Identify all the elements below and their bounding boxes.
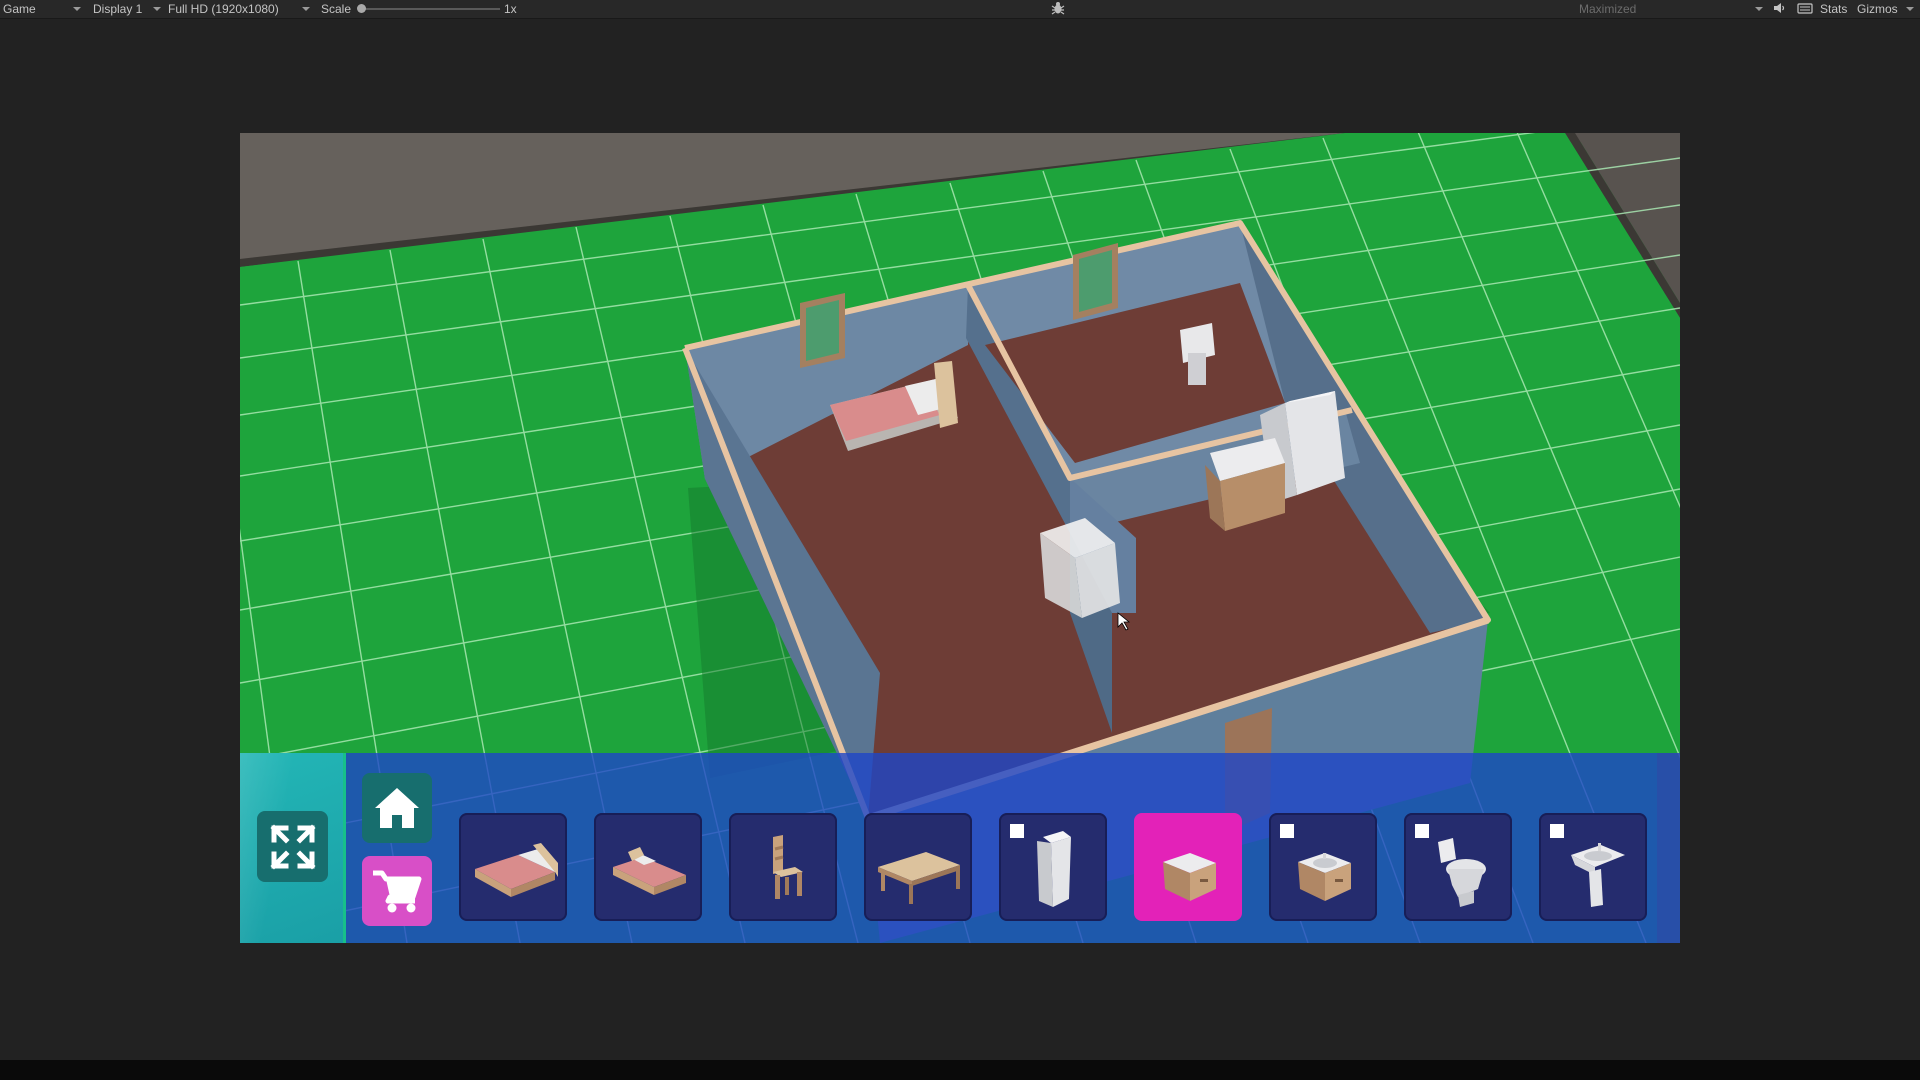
editor-bottom-bar	[0, 1060, 1920, 1080]
gizmos-dropdown[interactable]: Gizmos	[1857, 2, 1898, 16]
chevron-down-icon	[73, 7, 81, 11]
item-slot-sink-cabinet[interactable]	[1269, 813, 1377, 921]
shop-button[interactable]	[362, 856, 432, 926]
window	[1073, 243, 1118, 320]
scale-label: Scale	[321, 2, 352, 16]
house-icon	[375, 788, 419, 828]
cabinet-icon	[1163, 853, 1216, 901]
item-slot-chair[interactable]	[729, 813, 837, 921]
double-bed-icon	[475, 843, 558, 897]
chevron-down-icon	[1906, 7, 1914, 11]
keyboard-icon[interactable]	[1797, 1, 1813, 15]
display-dropdown[interactable]: Display 1	[93, 2, 142, 16]
scale-value: 1x	[504, 2, 517, 16]
chevron-down-icon	[153, 7, 161, 11]
window	[800, 293, 845, 368]
mute-audio-icon[interactable]	[1772, 1, 1786, 15]
item-slot-toilet[interactable]	[1404, 813, 1512, 921]
maximized-toggle[interactable]: Maximized	[1579, 2, 1636, 16]
item-slot-fridge[interactable]	[999, 813, 1107, 921]
item-slot-table[interactable]	[864, 813, 972, 921]
locked-indicator	[1415, 824, 1429, 838]
table-icon	[878, 852, 960, 904]
game-viewport[interactable]	[240, 133, 1680, 943]
item-slot-double-bed[interactable]	[459, 813, 567, 921]
single-bed-icon	[613, 847, 686, 895]
chair-icon	[773, 835, 803, 899]
scale-slider-track[interactable]	[360, 8, 500, 10]
item-slot-pedestal-sink[interactable]	[1539, 813, 1647, 921]
game-view-toolbar: Game Display 1 Full HD (1920x1080) Scale…	[0, 0, 1920, 19]
home-button[interactable]	[362, 773, 432, 843]
item-slot-cabinet[interactable]	[1134, 813, 1242, 921]
stats-button[interactable]: Stats	[1820, 2, 1847, 16]
item-slot-single-bed[interactable]	[594, 813, 702, 921]
shopping-cart-icon	[373, 870, 422, 913]
resolution-dropdown[interactable]: Full HD (1920x1080)	[168, 2, 279, 16]
bug-icon[interactable]	[1051, 1, 1065, 15]
expand-arrows-icon	[269, 823, 316, 870]
fullscreen-button[interactable]	[257, 811, 328, 882]
scale-slider-handle[interactable]	[357, 4, 366, 13]
chevron-down-icon	[302, 7, 310, 11]
locked-indicator	[1280, 824, 1294, 838]
locked-indicator	[1010, 824, 1024, 838]
chevron-down-icon	[1755, 7, 1763, 11]
locked-indicator	[1550, 824, 1564, 838]
game-tab-dropdown[interactable]: Game	[3, 2, 36, 16]
